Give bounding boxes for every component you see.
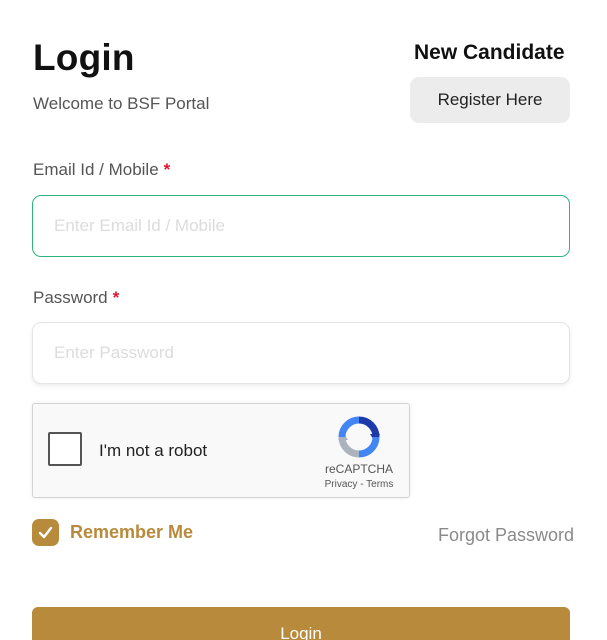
recaptcha-privacy-link[interactable]: Privacy	[325, 479, 358, 490]
checkmark-icon	[38, 526, 53, 539]
email-label: Email Id / Mobile *	[33, 160, 170, 180]
new-candidate-heading: New Candidate	[414, 41, 565, 64]
forgot-password-link[interactable]: Forgot Password	[438, 525, 574, 546]
password-input[interactable]	[32, 322, 570, 384]
recaptcha-links: Privacy - Terms	[309, 479, 409, 490]
register-button[interactable]: Register Here	[410, 77, 570, 123]
required-marker: *	[163, 160, 171, 179]
remember-me-label[interactable]: Remember Me	[70, 522, 193, 543]
recaptcha-label: I'm not a robot	[99, 441, 208, 460]
password-label: Password *	[33, 288, 119, 308]
page-subtitle: Welcome to BSF Portal	[33, 94, 210, 113]
recaptcha-checkbox[interactable]	[48, 432, 82, 466]
login-button[interactable]: Login	[32, 607, 570, 640]
email-input[interactable]	[32, 195, 570, 257]
required-marker: *	[112, 288, 120, 307]
password-label-text: Password	[33, 288, 108, 307]
recaptcha-widget: I'm not a robot reCAPTCHA Privacy - Term…	[32, 403, 410, 498]
recaptcha-link-separator: -	[357, 479, 367, 490]
login-page: Login Welcome to BSF Portal New Candidat…	[0, 0, 607, 640]
page-title: Login	[33, 37, 135, 78]
remember-me-checkbox[interactable]	[32, 519, 59, 546]
email-label-text: Email Id / Mobile	[33, 160, 159, 179]
recaptcha-logo-icon	[338, 416, 380, 458]
recaptcha-terms-link[interactable]: Terms	[366, 479, 393, 490]
recaptcha-brand: reCAPTCHA	[324, 462, 393, 476]
